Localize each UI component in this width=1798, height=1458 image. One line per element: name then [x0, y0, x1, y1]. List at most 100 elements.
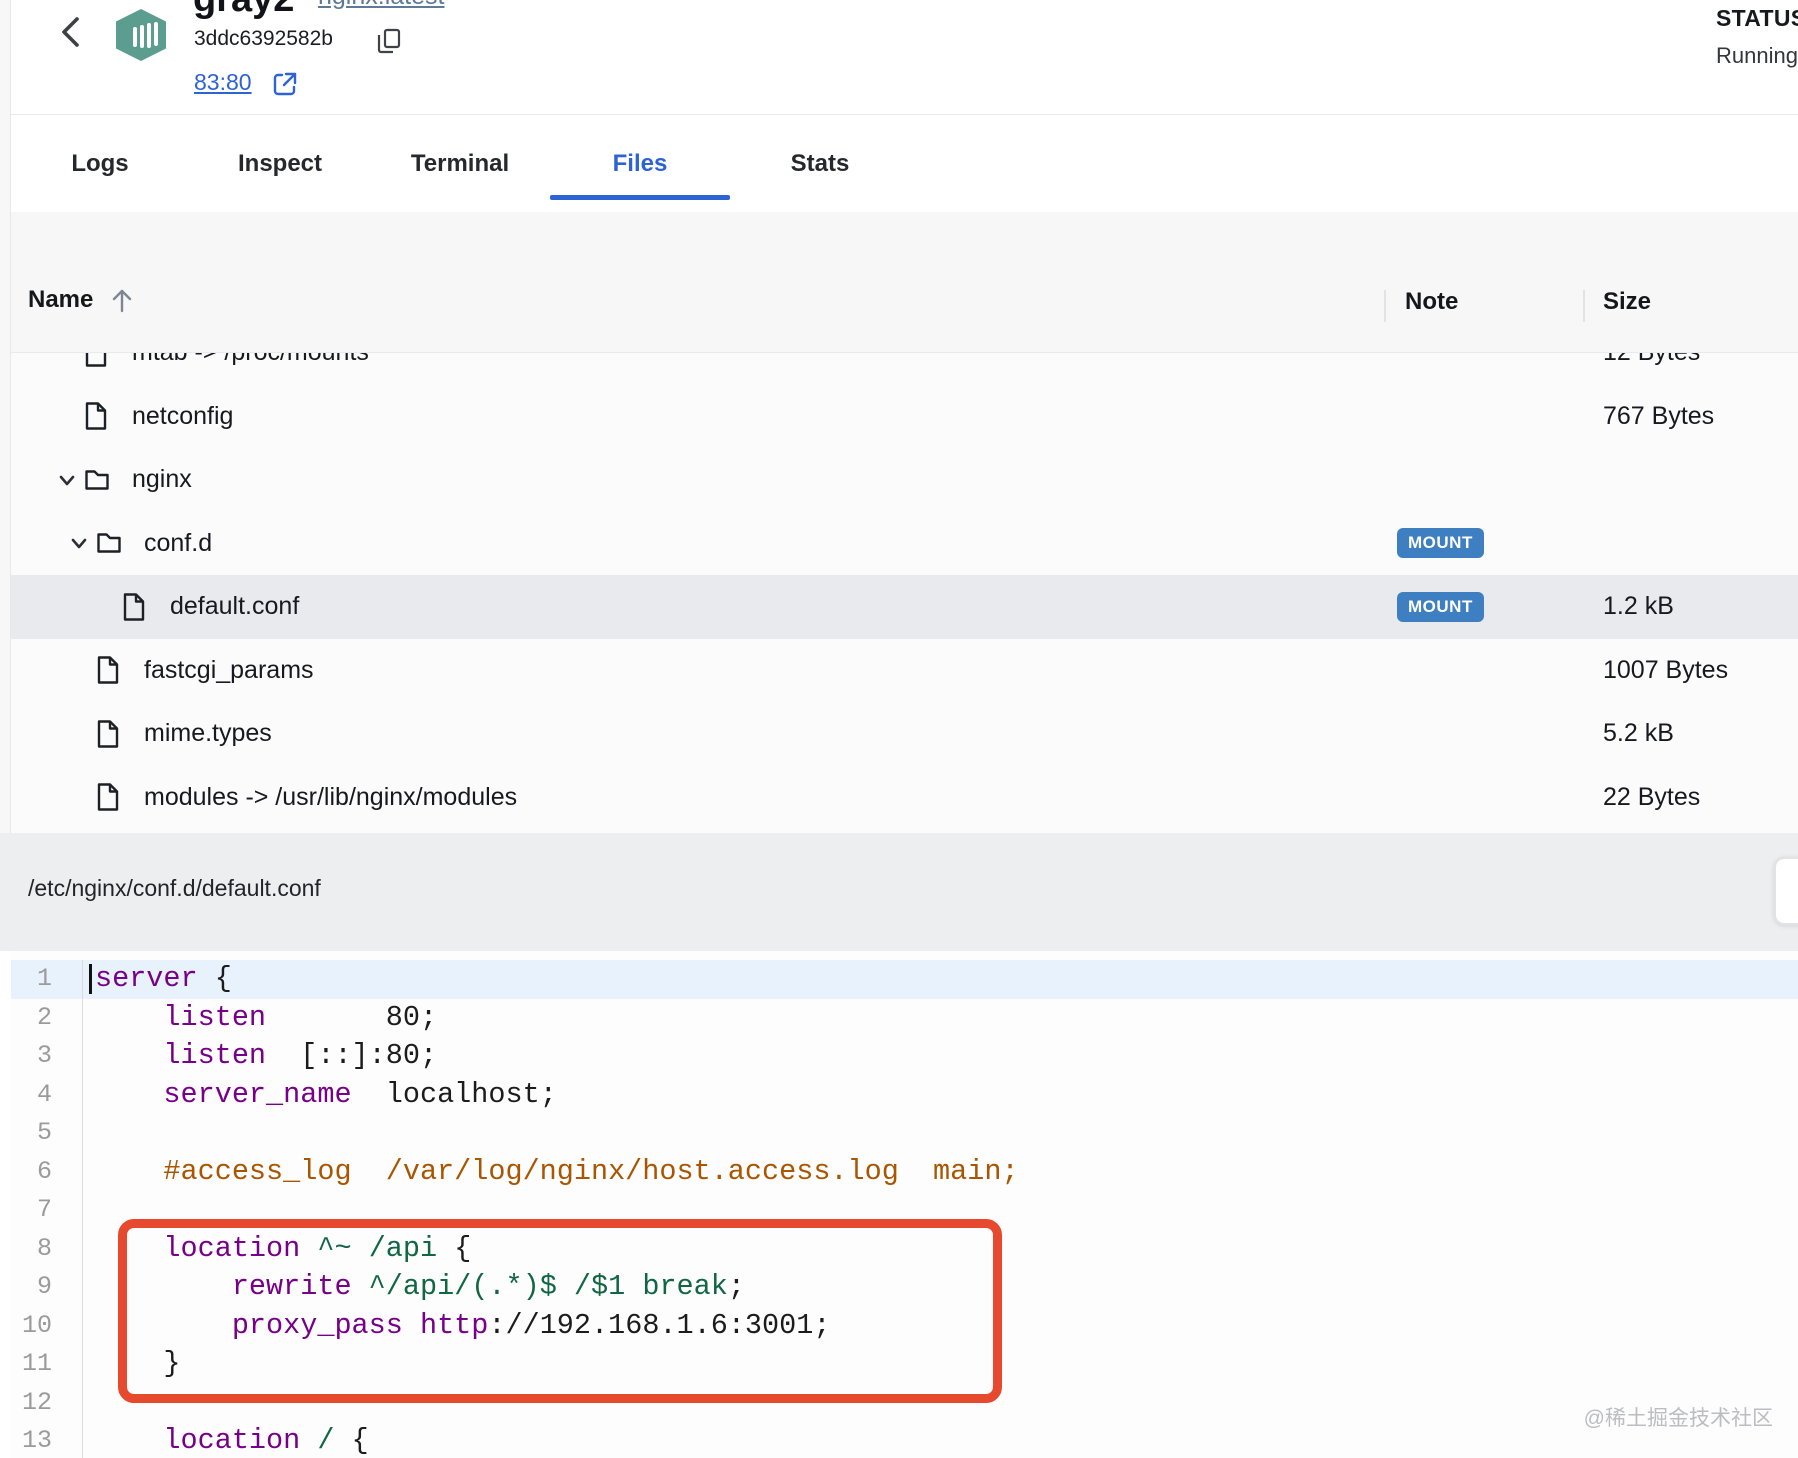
chevron-down-icon[interactable]	[56, 469, 84, 491]
code-line: 10 proxy_pass http://192.168.1.6:3001;	[11, 1306, 1798, 1345]
file-name-cell: mtab -> /proc/mounts	[11, 353, 1798, 368]
file-row[interactable]: nginx	[11, 448, 1798, 512]
code-line: 9 rewrite ^/api/(.*)$ /$1 break;	[11, 1268, 1798, 1307]
line-number: 12	[11, 1383, 83, 1422]
file-name-label: fastcgi_params	[144, 655, 314, 684]
scrollbar-thumb[interactable]	[1774, 857, 1798, 925]
image-link[interactable]: nginx:latest	[318, 0, 444, 11]
line-number: 3	[11, 1037, 83, 1076]
status-block: STATUS Running	[1716, 5, 1798, 69]
folder-icon	[96, 528, 122, 558]
tab-logs[interactable]: Logs	[10, 115, 190, 212]
file-name-cell: mime.types	[11, 719, 1798, 749]
name-column-label: Name	[28, 286, 94, 313]
status-value: Running	[1716, 43, 1798, 68]
file-name-cell: nginx	[11, 465, 1798, 495]
size-column-divider	[1583, 290, 1585, 322]
status-label: STATUS	[1716, 5, 1798, 31]
code-line: 4 server_name localhost;	[11, 1075, 1798, 1114]
container-name: gray2	[193, 0, 294, 20]
tab-label: Logs	[71, 149, 129, 177]
left-edge-strip	[0, 0, 10, 833]
tab-bar: Logs Inspect Terminal Files Stats	[10, 115, 910, 212]
line-number: 7	[11, 1191, 83, 1230]
chevron-down-icon[interactable]	[68, 532, 96, 554]
file-name-cell: modules -> /usr/lib/nginx/modules	[11, 782, 1798, 812]
code-line-content: }	[95, 1347, 181, 1380]
code-line-content: listen 80;	[163, 1000, 438, 1034]
file-row[interactable]: netconfig 767 Bytes	[11, 385, 1798, 449]
file-name-cell: fastcgi_params	[11, 655, 1798, 685]
file-row[interactable]: mime.types 5.2 kB	[11, 702, 1798, 766]
file-name-label: nginx	[132, 465, 192, 494]
back-button[interactable]	[52, 12, 92, 52]
code-line: 7	[11, 1191, 1798, 1230]
file-row[interactable]: modules -> /usr/lib/nginx/modules 22 Byte…	[11, 766, 1798, 830]
code-editor[interactable]: 1 server {2 listen 80; 3 listen [::]:80; 4 …	[11, 951, 1798, 1458]
file-icon	[84, 401, 110, 431]
code-line-content: location ^~ /api {	[163, 1231, 472, 1265]
file-row[interactable]: conf.d MOUNT	[11, 512, 1798, 576]
file-list: mtab -> /proc/mounts 12 Bytes netconfig 767…	[11, 353, 1798, 833]
tab-terminal[interactable]: Terminal	[370, 115, 550, 212]
code-line: 3 listen [::]:80;	[11, 1037, 1798, 1076]
file-icon	[96, 719, 122, 749]
file-icon	[84, 353, 110, 368]
file-icon	[122, 592, 148, 622]
tab-label: Inspect	[237, 149, 323, 177]
file-name-cell: conf.d	[11, 528, 1798, 558]
code-line-content: #access_log /var/log/nginx/host.access.l…	[95, 1154, 1019, 1188]
container-icon	[112, 8, 170, 62]
copy-icon[interactable]	[377, 28, 401, 54]
line-number: 4	[11, 1075, 83, 1114]
file-name-label: netconfig	[132, 401, 234, 430]
code-line: 1 server {	[11, 960, 1798, 999]
port-link[interactable]: 83:80	[194, 69, 252, 96]
file-size: 1.2 kB	[1603, 592, 1674, 621]
file-path: /etc/nginx/conf.d/default.conf	[28, 875, 321, 901]
tab-stats[interactable]: Stats	[730, 115, 910, 212]
watermark: @稀土掘金技术社区	[1583, 1407, 1773, 1430]
code-line-content	[83, 1384, 95, 1423]
line-number: 10	[11, 1306, 83, 1345]
column-header-note: Note	[1405, 288, 1459, 315]
file-row[interactable]: fastcgi_params 1007 Bytes	[11, 639, 1798, 703]
code-line: 8 location ^~ /api {	[11, 1229, 1798, 1268]
file-row[interactable]: mtab -> /proc/mounts 12 Bytes	[11, 353, 1798, 385]
code-line: 12	[11, 1383, 1798, 1423]
code-line-content: rewrite ^/api/(.*)$ /$1 break;	[231, 1270, 745, 1303]
file-name-cell: default.conf	[11, 592, 1798, 622]
code-line-content: proxy_pass http://192.168.1.6:3001;	[231, 1308, 831, 1342]
code-line-content	[83, 1114, 95, 1153]
tab-label: Terminal	[410, 149, 510, 177]
code-line-content: server {	[83, 960, 232, 999]
tab-files[interactable]: Files	[550, 115, 730, 212]
file-name-label: mtab -> /proc/mounts	[132, 353, 369, 367]
tab-inspect[interactable]: Inspect	[190, 115, 370, 212]
file-size: 22 Bytes	[1603, 782, 1701, 811]
file-name-label: modules -> /usr/lib/nginx/modules	[144, 782, 518, 811]
line-number: 13	[11, 1422, 83, 1458]
column-header-size: Size	[1603, 288, 1652, 315]
mount-badge: MOUNT	[1397, 528, 1484, 559]
line-number: 9	[11, 1268, 83, 1307]
file-icon	[96, 782, 122, 812]
file-name-label: conf.d	[144, 528, 213, 557]
column-header-name[interactable]: Name	[28, 286, 135, 314]
code-line: 11 }	[11, 1345, 1798, 1384]
file-name-label: default.conf	[170, 592, 300, 621]
note-column-divider	[1384, 290, 1386, 322]
mount-badge: MOUNT	[1397, 591, 1484, 622]
text-cursor	[89, 964, 92, 994]
file-row[interactable]: default.conf MOUNT 1.2 kB	[11, 575, 1798, 639]
code-line: 6 #access_log /var/log/nginx/host.access…	[11, 1152, 1798, 1191]
line-number: 5	[11, 1114, 83, 1153]
container-header: gray2 nginx:latest 3ddc6392582b 83:80 ST…	[11, 0, 1798, 115]
code-line-content: location / {	[163, 1424, 369, 1457]
line-number: 2	[11, 998, 83, 1037]
line-number: 6	[11, 1152, 83, 1191]
file-size: 767 Bytes	[1603, 401, 1715, 430]
line-number: 8	[11, 1229, 83, 1268]
external-link-icon[interactable]	[272, 71, 298, 97]
code-line-content: server_name localhost;	[163, 1077, 557, 1111]
